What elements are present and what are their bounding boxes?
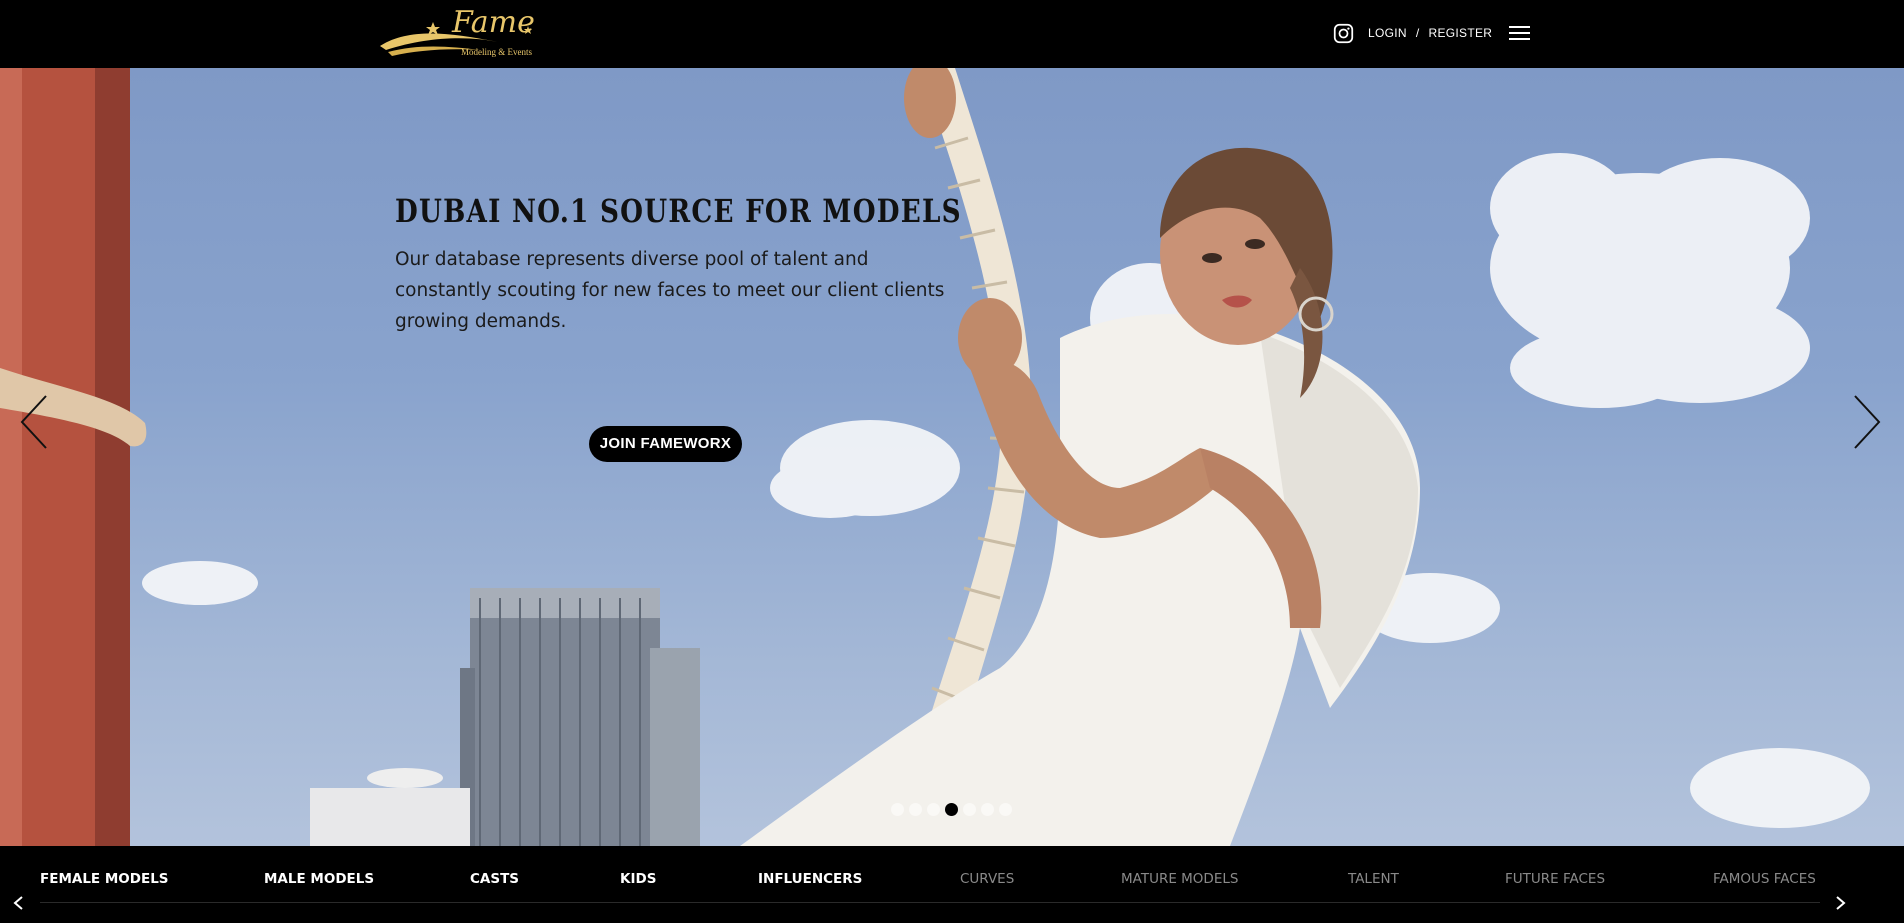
category-item[interactable]: MATURE MODELS xyxy=(1121,871,1238,887)
category-item[interactable]: FEMALE MODELS xyxy=(40,871,169,887)
logo-tagline: Modeling & Events xyxy=(461,47,532,57)
hero-background-image xyxy=(0,68,1870,846)
nav-separator: / xyxy=(1415,26,1420,40)
hamburger-menu-icon[interactable] xyxy=(1509,26,1531,40)
register-link[interactable]: REGISTER xyxy=(1428,26,1492,40)
category-item[interactable]: CASTS xyxy=(470,871,519,887)
category-scroll-track xyxy=(40,902,1820,903)
hero-title: DUBAI NO.1 SOURCE FOR MODELS xyxy=(395,192,962,230)
slider-pagination xyxy=(891,803,1012,816)
hero-slider: DUBAI NO.1 SOURCE FOR MODELS Our databas… xyxy=(0,68,1904,846)
category-next-arrow-icon[interactable] xyxy=(1834,894,1848,912)
category-item[interactable]: MALE MODELS xyxy=(264,871,374,887)
slider-dot[interactable] xyxy=(945,803,958,816)
site-header: Fame Modeling & Events LOGIN / REGISTER xyxy=(0,0,1904,68)
category-prev-arrow-icon[interactable] xyxy=(11,894,25,912)
category-item[interactable]: FAMOUS FACES xyxy=(1713,871,1816,887)
category-item[interactable]: TALENT xyxy=(1348,871,1399,887)
slider-dot[interactable] xyxy=(891,803,904,816)
slider-dot[interactable] xyxy=(963,803,976,816)
slider-dot[interactable] xyxy=(999,803,1012,816)
instagram-icon[interactable] xyxy=(1333,23,1354,44)
hero-copy: DUBAI NO.1 SOURCE FOR MODELS Our databas… xyxy=(395,192,962,337)
category-item[interactable]: FUTURE FACES xyxy=(1505,871,1605,887)
category-item[interactable]: INFLUENCERS xyxy=(758,871,862,887)
slider-dot[interactable] xyxy=(927,803,940,816)
logo-wordmark: Fame xyxy=(451,5,535,40)
slider-next-arrow-icon[interactable] xyxy=(1849,394,1883,450)
category-item[interactable]: CURVES xyxy=(960,871,1014,887)
slider-dot[interactable] xyxy=(981,803,994,816)
slider-dot[interactable] xyxy=(909,803,922,816)
hero-description: Our database represents diverse pool of … xyxy=(395,249,945,332)
slider-prev-arrow-icon[interactable] xyxy=(18,394,52,450)
header-nav: LOGIN / REGISTER xyxy=(1333,20,1531,46)
category-nav: FEMALE MODELS MALE MODELS CASTS KIDS INFLUEN… xyxy=(0,846,1904,923)
login-link[interactable]: LOGIN xyxy=(1368,26,1407,40)
join-fameworx-button[interactable]: JOIN FAMEWORX xyxy=(589,426,742,462)
category-item[interactable]: KIDS xyxy=(620,871,656,887)
